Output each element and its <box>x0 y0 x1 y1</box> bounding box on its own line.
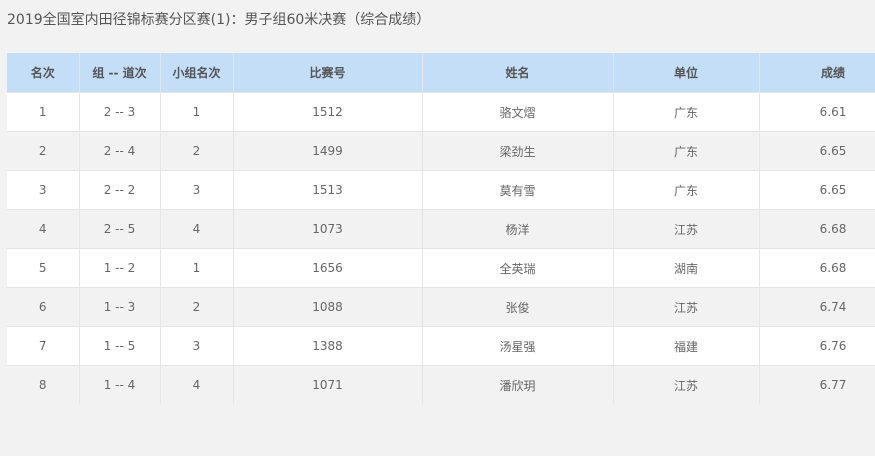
cell-team: 福建 <box>613 326 760 366</box>
cell-team: 江苏 <box>613 209 760 249</box>
cell-bib: 1656 <box>233 248 423 288</box>
cell-heat-rank: 3 <box>160 170 234 210</box>
table-row: 42 -- 5 4 1073 杨洋 江苏 6.68 <box>7 209 875 249</box>
cell-heat-rank: 1 <box>160 248 234 288</box>
cell-rank: 6 <box>7 287 80 327</box>
header-name: 姓名 <box>422 53 614 93</box>
cell-rank: 8 <box>7 365 80 404</box>
cell-bib: 1388 <box>233 326 423 366</box>
table-row: 81 -- 4 4 1071 潘欣玥 江苏 6.77 <box>7 365 875 404</box>
cell-heat-rank: 1 <box>160 92 234 132</box>
cell-name: 张俊 <box>422 287 614 327</box>
header-heat-rank: 小组名次 <box>160 53 234 93</box>
header-heat-lane: 组 -- 道次 <box>79 53 161 93</box>
cell-bib: 1088 <box>233 287 423 327</box>
cell-result: 6.65 <box>759 170 875 210</box>
header-result: 成绩 <box>759 53 875 93</box>
cell-team: 广东 <box>613 92 760 132</box>
cell-rank: 5 <box>7 248 80 288</box>
cell-name: 潘欣玥 <box>422 365 614 404</box>
cell-rank: 7 <box>7 326 80 366</box>
cell-heat-rank: 2 <box>160 131 234 171</box>
table-row: 22 -- 4 2 1499 梁劲生 广东 6.65 <box>7 131 875 171</box>
cell-bib: 1512 <box>233 92 423 132</box>
table-row: 61 -- 3 2 1088 张俊 江苏 6.74 <box>7 287 875 327</box>
cell-name: 杨洋 <box>422 209 614 249</box>
cell-rank: 3 <box>7 170 80 210</box>
results-table: 名次 组 -- 道次 小组名次 比赛号 姓名 单位 成绩 12 -- 3 1 151… <box>7 53 875 404</box>
cell-result: 6.77 <box>759 365 875 404</box>
cell-bib: 1499 <box>233 131 423 171</box>
table-row: 32 -- 2 3 1513 莫有雪 广东 6.65 <box>7 170 875 210</box>
cell-result: 6.76 <box>759 326 875 366</box>
cell-heat-lane: 2 -- 2 <box>79 170 161 210</box>
cell-rank: 4 <box>7 209 80 249</box>
cell-heat-rank: 2 <box>160 287 234 327</box>
page-title: 2019全国室内田径锦标赛分区赛(1)：男子组60米决赛（综合成绩） <box>7 12 431 28</box>
cell-rank: 2 <box>7 131 80 171</box>
table-row: 71 -- 5 3 1388 汤星强 福建 6.76 <box>7 326 875 366</box>
cell-name: 莫有雪 <box>422 170 614 210</box>
cell-team: 江苏 <box>613 365 760 404</box>
header-rank: 名次 <box>7 53 80 93</box>
cell-heat-rank: 4 <box>160 209 234 249</box>
cell-heat-lane: 2 -- 3 <box>79 92 161 132</box>
cell-bib: 1513 <box>233 170 423 210</box>
cell-heat-lane: 2 -- 5 <box>79 209 161 249</box>
cell-heat-lane: 1 -- 2 <box>79 248 161 288</box>
cell-heat-lane: 1 -- 4 <box>79 365 161 404</box>
header-bib: 比赛号 <box>233 53 423 93</box>
cell-team: 湖南 <box>613 248 760 288</box>
cell-heat-lane: 1 -- 3 <box>79 287 161 327</box>
cell-team: 广东 <box>613 170 760 210</box>
cell-result: 6.61 <box>759 92 875 132</box>
cell-rank: 1 <box>7 92 80 132</box>
cell-result: 6.68 <box>759 248 875 288</box>
cell-name: 全英瑞 <box>422 248 614 288</box>
cell-name: 汤星强 <box>422 326 614 366</box>
cell-heat-rank: 3 <box>160 326 234 366</box>
cell-name: 骆文熠 <box>422 92 614 132</box>
cell-result: 6.68 <box>759 209 875 249</box>
cell-heat-lane: 1 -- 5 <box>79 326 161 366</box>
header-team: 单位 <box>613 53 760 93</box>
cell-bib: 1071 <box>233 365 423 404</box>
cell-result: 6.65 <box>759 131 875 171</box>
cell-name: 梁劲生 <box>422 131 614 171</box>
cell-heat-lane: 2 -- 4 <box>79 131 161 171</box>
table-row: 51 -- 2 1 1656 全英瑞 湖南 6.68 <box>7 248 875 288</box>
cell-team: 广东 <box>613 131 760 171</box>
cell-result: 6.74 <box>759 287 875 327</box>
cell-heat-rank: 4 <box>160 365 234 404</box>
table-header-row: 名次 组 -- 道次 小组名次 比赛号 姓名 单位 成绩 <box>7 53 875 93</box>
cell-team: 江苏 <box>613 287 760 327</box>
cell-bib: 1073 <box>233 209 423 249</box>
table-row: 12 -- 3 1 1512 骆文熠 广东 6.61 <box>7 92 875 132</box>
